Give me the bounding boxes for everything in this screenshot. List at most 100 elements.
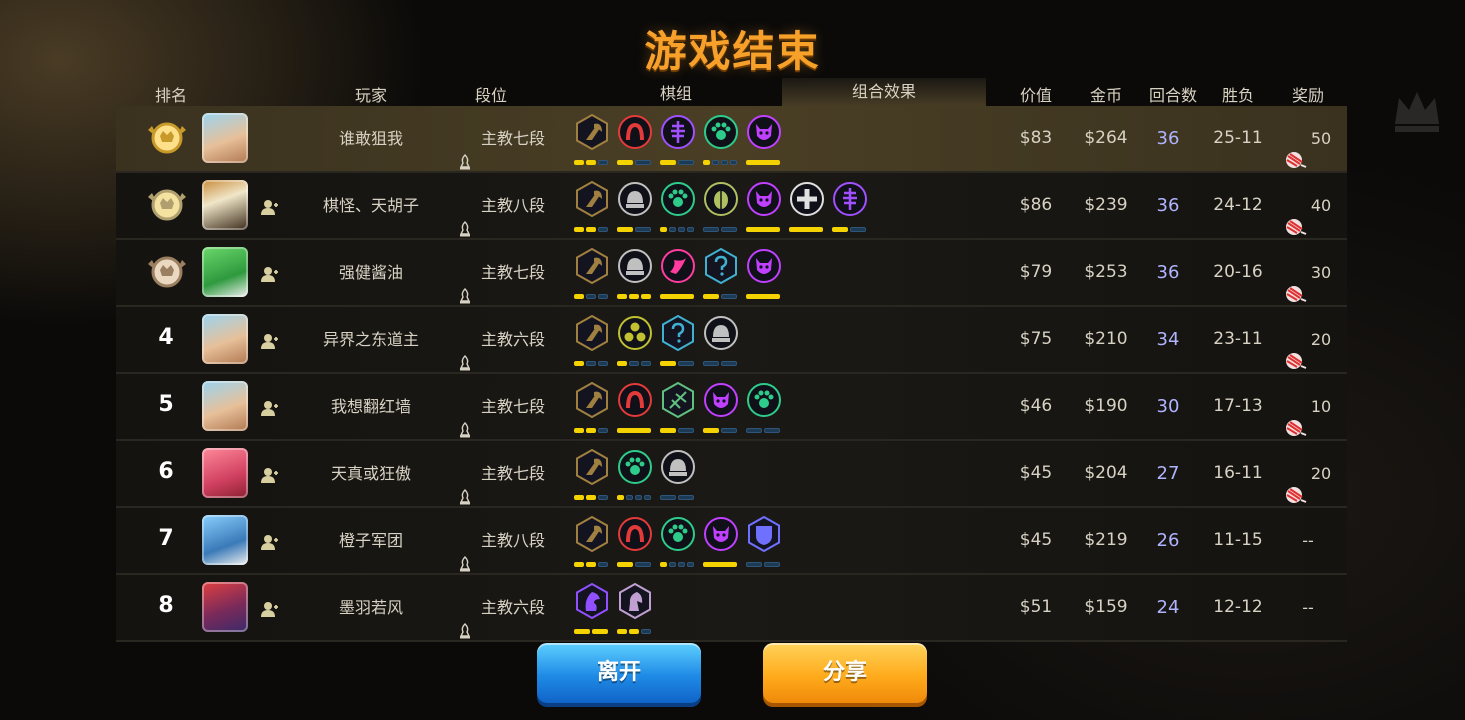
knight-icon[interactable]	[617, 582, 653, 620]
reward-amount: 20	[1310, 330, 1332, 349]
player-avatar[interactable]	[202, 113, 248, 163]
player-avatar[interactable]	[202, 448, 248, 498]
gold-amount: $190	[1084, 396, 1128, 416]
synergy-pip	[850, 227, 866, 232]
wave-icon[interactable]	[660, 248, 696, 284]
win-loss-record: 12-12	[1213, 597, 1263, 617]
add-friend-icon[interactable]	[261, 333, 279, 349]
add-friend-icon[interactable]	[261, 601, 279, 617]
synergy-pip	[626, 495, 633, 500]
synergy-pip	[764, 428, 780, 433]
results-table-header: 排名 玩家 段位 棋组 组合效果 价值 金币 回合数 胜负 奖励	[116, 78, 1347, 108]
header-rank: 排名	[154, 86, 187, 105]
add-friend-icon[interactable]	[261, 266, 279, 282]
table-row[interactable]: 棋怪、天胡子 主教八段 $86 $239 36 24-12 40	[116, 173, 1347, 240]
paw-icon[interactable]	[660, 516, 696, 552]
demon-icon[interactable]	[746, 114, 782, 150]
claw-icon[interactable]	[660, 381, 696, 419]
synergy-pip	[789, 227, 823, 232]
axe-icon[interactable]	[574, 314, 610, 352]
player-tier: 主教七段	[446, 240, 556, 305]
synergy-pip	[721, 361, 737, 366]
player-avatar[interactable]	[202, 247, 248, 297]
demon-icon[interactable]	[746, 181, 782, 217]
fishbone-icon[interactable]	[832, 181, 868, 217]
synergy-pip	[641, 294, 651, 299]
table-row[interactable]: 强健酱油 主教七段 $79 $253 36 20-16 30	[116, 240, 1347, 307]
helmet-icon[interactable]	[617, 181, 653, 217]
tier-label: 主教八段	[480, 196, 545, 215]
cross-icon[interactable]	[789, 181, 825, 217]
candy-reward-icon	[1285, 131, 1307, 168]
player-avatar[interactable]	[202, 582, 248, 632]
synergy-pip	[574, 361, 584, 366]
table-row[interactable]: 5 我想翻红墙 主教七段 $46 $190 30 17-13 10	[116, 374, 1347, 441]
header-value: 价值	[1019, 86, 1052, 105]
synergy-pip	[678, 495, 694, 500]
axe-icon[interactable]	[574, 515, 610, 553]
shield-icon[interactable]	[746, 515, 782, 553]
tab-synergy[interactable]: 组合效果	[782, 78, 986, 108]
tier-label: 主教六段	[480, 330, 545, 349]
paw-icon[interactable]	[660, 181, 696, 217]
synergy-pip	[574, 227, 584, 232]
player-name: 橙子军团	[338, 531, 403, 550]
axe-icon[interactable]	[574, 448, 610, 486]
axe-icon[interactable]	[574, 113, 610, 151]
table-row[interactable]: 8 墨羽若风 主教六段 $51 $159 24 12-12 --	[116, 575, 1347, 642]
reward: --	[1274, 575, 1342, 640]
arch-icon[interactable]	[617, 382, 653, 418]
paw-icon[interactable]	[617, 449, 653, 485]
win-loss-record: 24-12	[1213, 195, 1263, 215]
player-avatar[interactable]	[202, 381, 248, 431]
helmet-icon[interactable]	[660, 449, 696, 485]
add-friend-icon[interactable]	[261, 534, 279, 550]
tier-label: 主教七段	[480, 397, 545, 416]
player-avatar[interactable]	[202, 515, 248, 565]
player-tier: 主教六段	[446, 575, 556, 640]
demon-icon[interactable]	[703, 516, 739, 552]
beetle-icon[interactable]	[703, 181, 739, 217]
player-tier: 主教六段	[446, 307, 556, 372]
tier-label: 主教七段	[480, 129, 545, 148]
table-row[interactable]: 7 橙子军团 主教八段 $45 $219 26 11-15 --	[116, 508, 1347, 575]
add-friend-icon[interactable]	[261, 467, 279, 483]
synergy-pip	[635, 495, 642, 500]
axe-icon[interactable]	[574, 247, 610, 285]
question-icon[interactable]	[660, 314, 696, 352]
arch-icon[interactable]	[617, 114, 653, 150]
player-avatar[interactable]	[202, 314, 248, 364]
candy-reward-icon	[1285, 198, 1307, 235]
axe-icon[interactable]	[574, 381, 610, 419]
axe-icon[interactable]	[574, 180, 610, 218]
synergy-pip	[669, 227, 676, 232]
gold-crown-medal-icon	[146, 120, 188, 156]
candy-reward-icon	[1285, 332, 1307, 369]
synergy-pip	[598, 495, 608, 500]
synergy-pip	[617, 361, 627, 366]
synergy-pip	[598, 562, 608, 567]
leave-button[interactable]: 离开	[537, 643, 701, 703]
dragon-head-icon[interactable]	[574, 582, 610, 620]
add-friend-icon[interactable]	[261, 199, 279, 215]
table-row[interactable]: 6 天真或狂傲 主教七段 $45 $204 27 16-11 20	[116, 441, 1347, 508]
table-row[interactable]: 谁敢狙我 主教七段 $83 $264 36 25-11 50	[116, 106, 1347, 173]
paw-icon[interactable]	[703, 114, 739, 150]
demon-icon[interactable]	[703, 382, 739, 418]
demon-icon[interactable]	[746, 248, 782, 284]
player-avatar[interactable]	[202, 180, 248, 230]
helmet-icon[interactable]	[617, 248, 653, 284]
synergy-pip	[644, 495, 651, 500]
arch-icon[interactable]	[617, 516, 653, 552]
synergy-pip	[721, 294, 737, 299]
helmet-icon[interactable]	[703, 315, 739, 351]
fishbone-icon[interactable]	[660, 114, 696, 150]
synergy-pip	[586, 562, 596, 567]
question-icon[interactable]	[703, 247, 739, 285]
paw-icon[interactable]	[746, 382, 782, 418]
share-button[interactable]: 分享	[763, 643, 927, 703]
add-friend-icon[interactable]	[261, 400, 279, 416]
table-row[interactable]: 4 异界之东道主 主教六段 $75 $210 34 23-11 20	[116, 307, 1347, 374]
triad-icon[interactable]	[617, 315, 653, 351]
win-loss-record: 23-11	[1213, 329, 1263, 349]
